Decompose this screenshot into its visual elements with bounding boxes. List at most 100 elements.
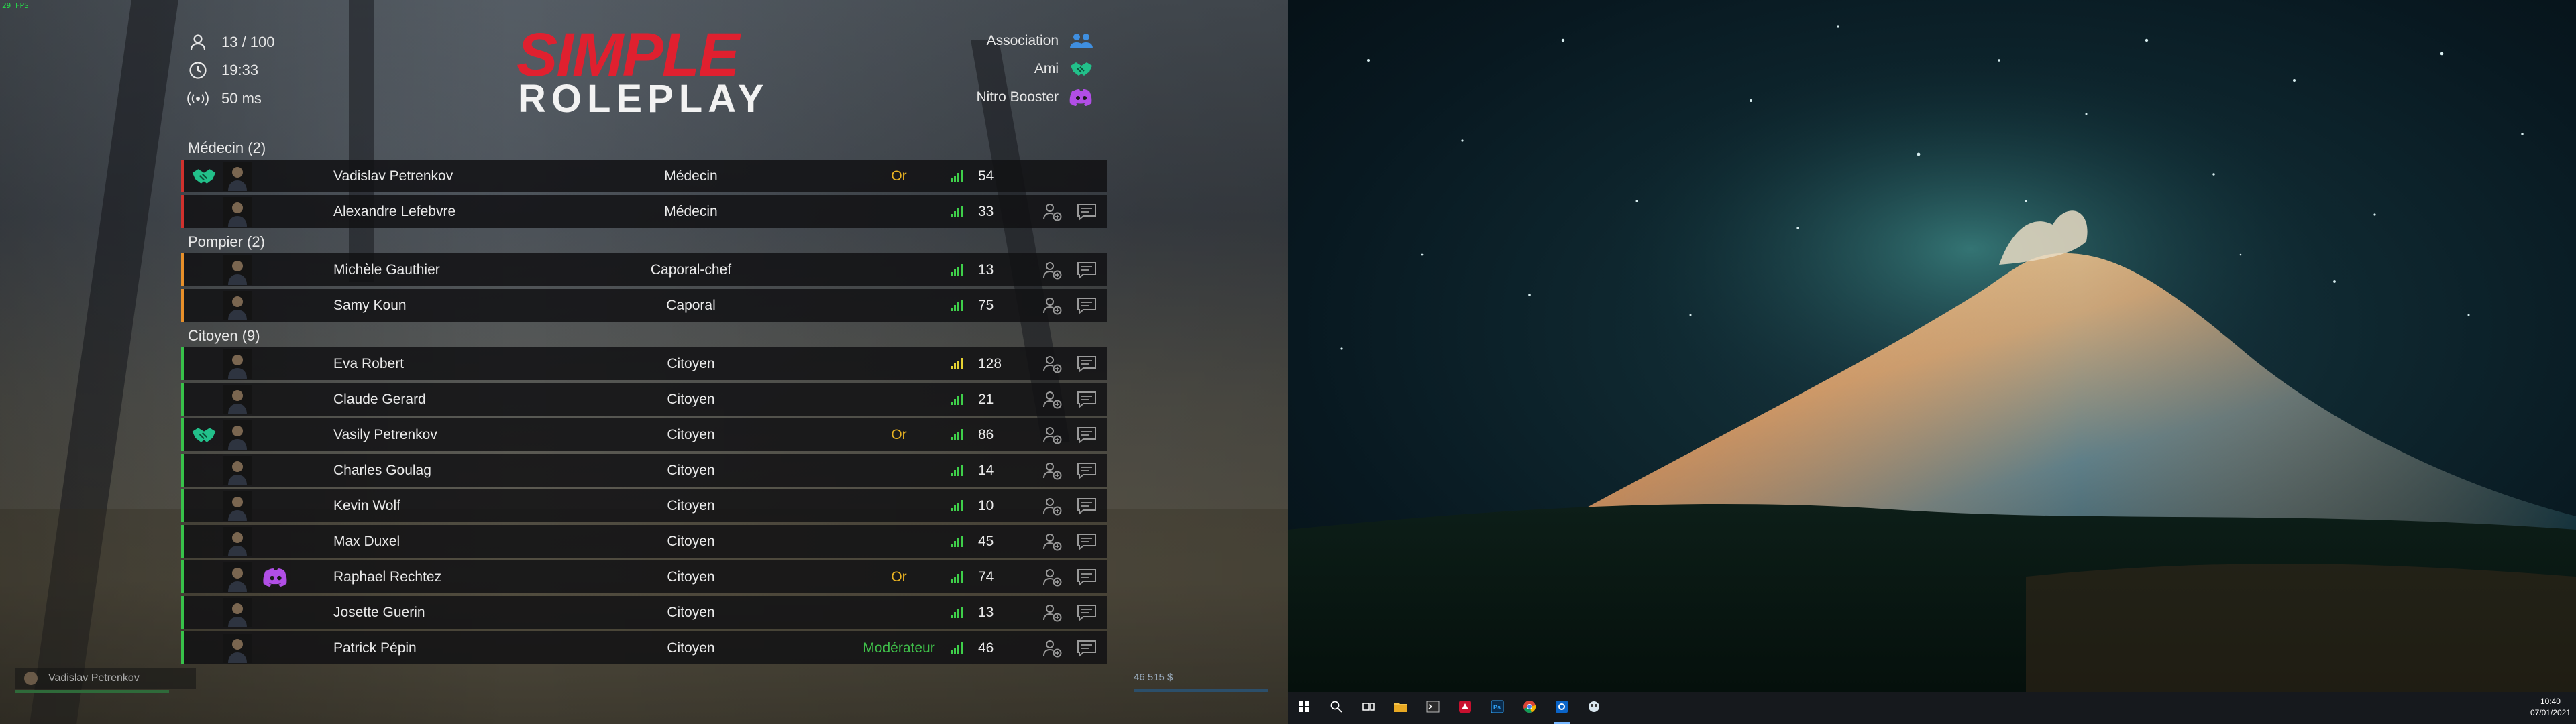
search-button[interactable] <box>1320 692 1352 724</box>
player-row[interactable]: Kevin Wolf Citoyen 10 <box>181 489 1107 522</box>
game-launcher-button[interactable] <box>1449 692 1481 724</box>
system-clock[interactable]: 10:40 07/01/2021 <box>2530 696 2571 719</box>
message-icon[interactable] <box>1077 261 1097 280</box>
stat-time: 19:33 <box>186 56 275 84</box>
signal-strength-icon <box>950 357 965 370</box>
file-explorer-button[interactable] <box>1385 692 1417 724</box>
player-job: Citoyen <box>667 605 715 620</box>
app-icon <box>1587 700 1601 717</box>
message-icon[interactable] <box>1077 462 1097 480</box>
player-ping: 14 <box>978 463 994 478</box>
player-hud-name: Vadislav Petrenkov <box>48 672 140 684</box>
message-icon[interactable] <box>1077 497 1097 516</box>
group-color-bar <box>181 454 184 487</box>
player-name: Vadislav Petrenkov <box>333 168 453 184</box>
message-icon[interactable] <box>1077 426 1097 444</box>
task-view-button[interactable] <box>1352 692 1385 724</box>
terminal-button[interactable] <box>1417 692 1449 724</box>
player-row[interactable]: Josette Guerin Citoyen 13 <box>181 596 1107 629</box>
player-row[interactable]: Vadislav Petrenkov Médecin Or 54 <box>181 160 1107 192</box>
legend-association-label: Association <box>986 33 1059 48</box>
player-job: Médecin <box>664 204 718 219</box>
clock-date: 07/01/2021 <box>2530 708 2571 717</box>
signal-strength-icon <box>950 298 965 312</box>
signal-strength-icon <box>950 463 965 477</box>
signal-strength-icon <box>950 263 965 276</box>
player-list: Médecin (2) Vadislav Petrenkov Médecin Or 54… <box>181 137 1107 667</box>
app-button[interactable] <box>1578 692 1610 724</box>
avatar <box>223 562 252 592</box>
people-group-icon <box>1068 30 1095 52</box>
player-ping: 46 <box>978 640 994 656</box>
message-icon[interactable] <box>1077 640 1097 658</box>
group-color-bar <box>181 418 184 451</box>
player-row[interactable]: Patrick Pépin Citoyen Modérateur 46 <box>181 631 1107 664</box>
player-row[interactable]: Alexandre Lefebvre Médecin 33 <box>181 195 1107 228</box>
avatar <box>223 162 252 191</box>
signal-strength-icon <box>950 204 965 218</box>
player-name: Samy Koun <box>333 298 407 313</box>
add-friend-icon[interactable] <box>1042 639 1063 658</box>
photoshop-button[interactable]: Ps <box>1481 692 1513 724</box>
add-friend-icon[interactable] <box>1042 390 1063 409</box>
handshake-icon <box>189 424 219 446</box>
add-friend-icon[interactable] <box>1042 461 1063 480</box>
player-row[interactable]: Vasily Petrenkov Citoyen Or 86 <box>181 418 1107 451</box>
message-icon[interactable] <box>1077 604 1097 622</box>
chrome-icon <box>1523 700 1536 717</box>
server-stats: 13 / 100 19:33 50 ms <box>186 28 275 113</box>
player-row[interactable]: Claude Gerard Citoyen 21 <box>181 383 1107 416</box>
add-friend-icon[interactable] <box>1042 568 1063 587</box>
player-row[interactable]: Eva Robert Citoyen 128 <box>181 347 1107 380</box>
message-icon[interactable] <box>1077 297 1097 315</box>
add-friend-icon[interactable] <box>1042 603 1063 622</box>
mountain-wallpaper <box>1288 0 2576 692</box>
group-color-bar <box>181 489 184 522</box>
player-row[interactable]: Michèle Gauthier Caporal-chef 13 <box>181 253 1107 286</box>
message-icon[interactable] <box>1077 533 1097 551</box>
player-name: Charles Goulag <box>333 463 431 478</box>
player-name: Alexandre Lefebvre <box>333 204 456 219</box>
legend-friend-label: Ami <box>1034 61 1059 76</box>
players-count: 13 / 100 <box>221 34 275 50</box>
outlook-button[interactable] <box>1546 692 1578 724</box>
server-time: 19:33 <box>221 62 259 78</box>
add-friend-icon[interactable] <box>1042 426 1063 444</box>
add-friend-icon[interactable] <box>1042 202 1063 221</box>
player-name: Claude Gerard <box>333 391 426 407</box>
player-job: Citoyen <box>667 391 715 407</box>
legend-association: Association <box>976 27 1095 55</box>
player-row[interactable]: Samy Koun Caporal 75 <box>181 289 1107 322</box>
add-friend-icon[interactable] <box>1042 355 1063 373</box>
player-ping: 13 <box>978 262 994 278</box>
message-icon[interactable] <box>1077 568 1097 587</box>
add-friend-icon[interactable] <box>1042 296 1063 315</box>
signal-strength-icon <box>950 605 965 619</box>
money-amount: 46 515 $ <box>1134 672 1173 683</box>
message-icon[interactable] <box>1077 203 1097 221</box>
message-icon[interactable] <box>1077 355 1097 373</box>
player-row[interactable]: Charles Goulag Citoyen 14 <box>181 454 1107 487</box>
player-ping: 33 <box>978 204 994 219</box>
avatar <box>223 197 252 227</box>
player-row[interactable]: Raphael Rechtez Citoyen Or 74 <box>181 560 1107 593</box>
add-friend-icon[interactable] <box>1042 261 1063 280</box>
start-button[interactable] <box>1288 692 1320 724</box>
add-friend-icon[interactable] <box>1042 497 1063 516</box>
group-color-bar <box>181 383 184 416</box>
player-ping: 128 <box>978 356 1002 371</box>
player-row[interactable]: Max Duxel Citoyen 45 <box>181 525 1107 558</box>
group-color-bar <box>181 289 184 322</box>
legend-friend: Ami <box>976 55 1095 83</box>
chrome-button[interactable] <box>1513 692 1546 724</box>
add-friend-icon[interactable] <box>1042 532 1063 551</box>
player-job: Citoyen <box>667 640 715 656</box>
player-job: Caporal <box>666 298 716 313</box>
player-job: Citoyen <box>667 463 715 478</box>
group-color-bar <box>181 560 184 593</box>
clock-time: 10:40 <box>2540 697 2561 706</box>
player-ping: 74 <box>978 569 994 585</box>
player-ping: 10 <box>978 498 994 514</box>
message-icon[interactable] <box>1077 391 1097 409</box>
game-launcher-icon <box>1458 700 1472 717</box>
